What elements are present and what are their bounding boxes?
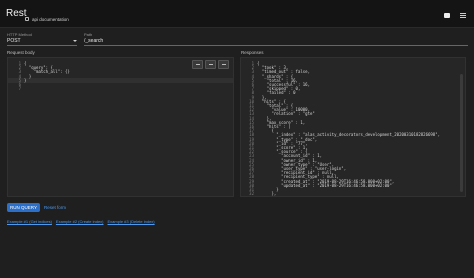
path-input[interactable]: /_search: [84, 37, 468, 46]
format-button[interactable]: [192, 60, 203, 69]
response-line-numbers: 1 2 3 4 5 6 7 8 9 10 11 12 13 14 15 16 1…: [249, 61, 254, 197]
grid-icon[interactable]: [444, 13, 450, 18]
external-link-icon: [25, 17, 29, 21]
example-link-1[interactable]: Example #1 (Get indices): [7, 219, 52, 224]
api-docs-label: api documentation: [32, 16, 69, 22]
run-query-button[interactable]: RUN QUERY: [7, 203, 40, 212]
response-scrollbar[interactable]: [460, 74, 463, 192]
request-body-label: Request body: [7, 50, 35, 55]
example-link-2[interactable]: Example #2 (Create index): [56, 219, 104, 224]
request-code[interactable]: { "query": { "match_all": {} } }: [24, 61, 70, 87]
request-body-editor[interactable]: 1 2 3 4 5 6 7 { "query": { "match_all": …: [7, 57, 234, 197]
reset-form-link[interactable]: Reset form: [44, 205, 66, 210]
examples-list: Example #1 (Get indices) Example #2 (Cre…: [7, 219, 155, 224]
header-actions: [444, 13, 466, 18]
clear-button[interactable]: [218, 60, 229, 69]
copy-icon: [208, 64, 213, 65]
app-header: Rest api documentation: [0, 0, 474, 28]
path-value: /_search: [84, 38, 104, 44]
response-code: { "took" : 3, "timed_out" : false, "_sha…: [257, 61, 441, 197]
menu-icon[interactable]: [460, 13, 466, 18]
http-method-value: POST: [7, 38, 21, 44]
editor-toolbar: [192, 60, 229, 69]
http-method-select[interactable]: POST: [7, 37, 77, 46]
request-line-numbers: 1 2 3 4 5 6 7: [18, 61, 21, 92]
responses-label: Responses: [241, 50, 264, 55]
format-icon: [195, 64, 200, 65]
chevron-down-icon: [73, 40, 77, 42]
response-viewer[interactable]: 1 2 3 4 5 6 7 8 9 10 11 12 13 14 15 16 1…: [240, 57, 466, 197]
clear-icon: [221, 64, 226, 65]
copy-button[interactable]: [205, 60, 216, 69]
api-docs-link[interactable]: api documentation: [25, 14, 69, 24]
page-title: Rest: [6, 8, 27, 19]
example-link-3[interactable]: Example #3 (Delete index): [108, 219, 155, 224]
